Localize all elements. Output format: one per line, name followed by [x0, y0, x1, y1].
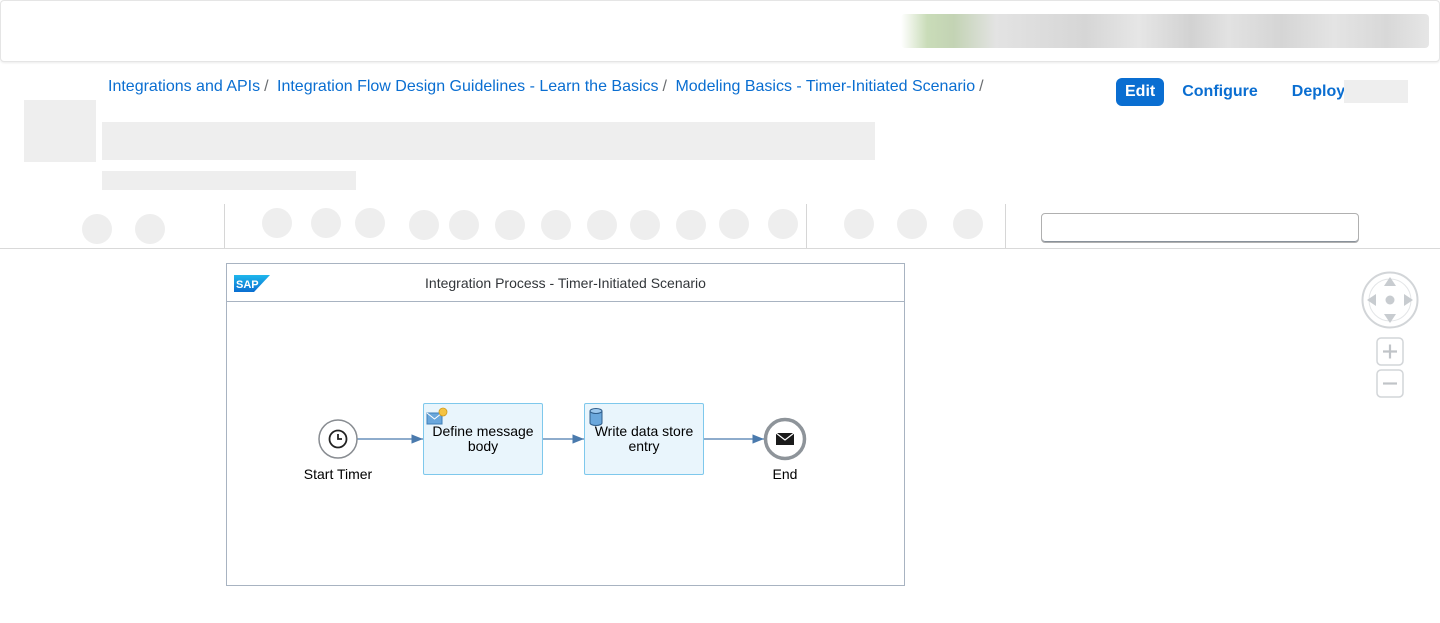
- zoom-in-icon[interactable]: [1376, 337, 1404, 366]
- database-icon: [589, 408, 603, 426]
- content-modifier-step[interactable]: Define message body: [423, 403, 543, 475]
- pan-center-icon[interactable]: [1385, 295, 1395, 305]
- content-modifier-icon: [426, 407, 448, 425]
- navigation-pad-icon[interactable]: [1361, 271, 1419, 329]
- end-event-label: End: [772, 466, 798, 482]
- envelope-icon: [775, 432, 795, 445]
- end-event[interactable]: [763, 417, 807, 461]
- diagram-connectors: [318, 417, 807, 461]
- start-timer-event[interactable]: [318, 419, 358, 459]
- data-store-write-step[interactable]: Write data store entry: [584, 403, 704, 475]
- start-timer-label: Start Timer: [303, 466, 373, 482]
- zoom-out-icon[interactable]: [1376, 369, 1404, 398]
